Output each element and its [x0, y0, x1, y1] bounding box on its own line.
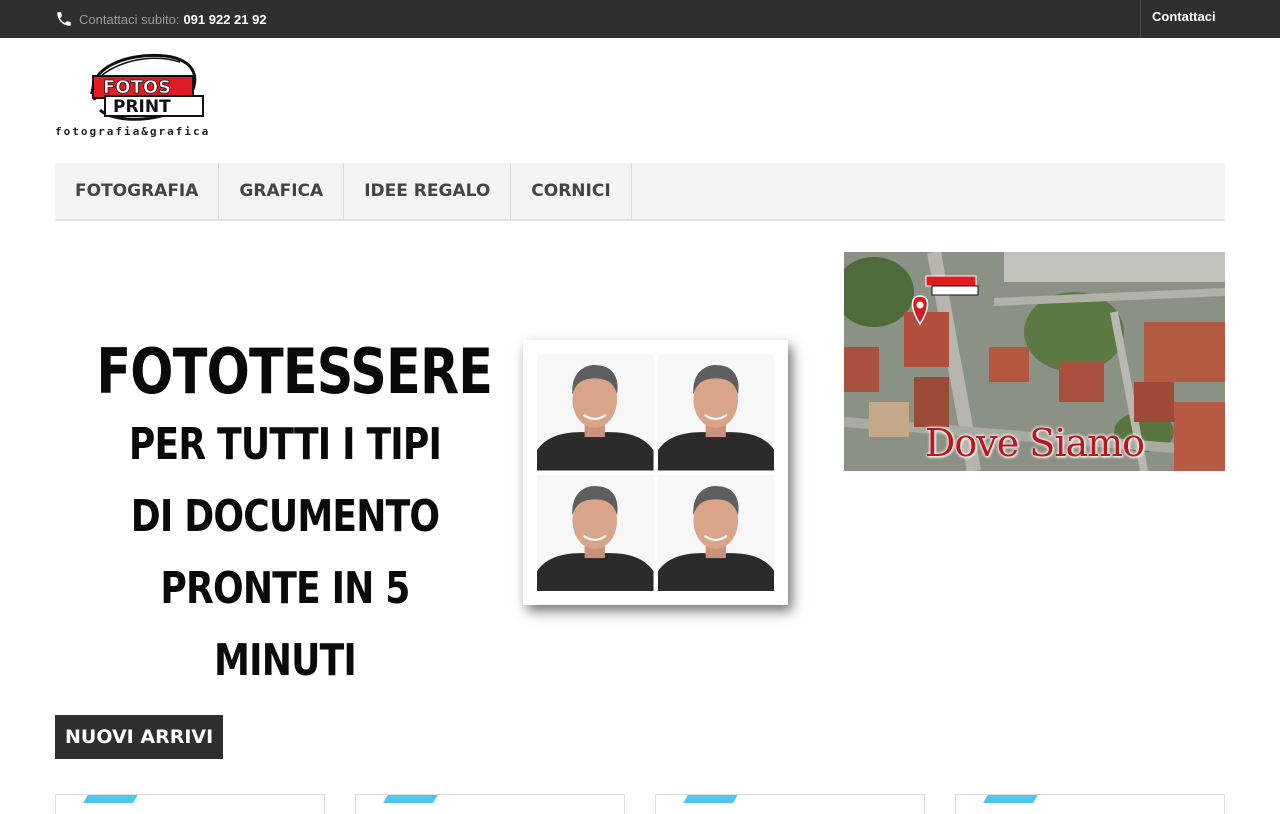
- section-title: NUOVI ARRIVI: [55, 715, 224, 759]
- phone-number[interactable]: 091 922 21 92: [183, 12, 266, 27]
- hero-line-4: PRONTE IN 5 MINUTI: [160, 563, 410, 686]
- product-card[interactable]: [355, 794, 625, 814]
- contact-link[interactable]: Contattaci: [1140, 0, 1280, 38]
- hero-text: FOTOTESSERE PER TUTTI I TIPI DI DOCUMENT…: [96, 335, 493, 697]
- contact-label: Contattaci subito:: [79, 11, 180, 27]
- passport-photo: [657, 354, 774, 471]
- phone-icon: [57, 12, 71, 26]
- new-ribbon: [983, 795, 1039, 803]
- hero-banner[interactable]: FOTOTESSERE PER TUTTI I TIPI DI DOCUMENT…: [55, 240, 815, 686]
- product-card[interactable]: [955, 794, 1225, 814]
- logo-word-2: PRINT: [113, 97, 171, 117]
- passport-photo-grid: [537, 354, 774, 591]
- new-ribbon: [683, 795, 739, 803]
- passport-photo: [537, 354, 654, 471]
- passport-photo: [537, 474, 654, 591]
- hero-line-3: DI DOCUMENTO: [130, 491, 440, 542]
- nav-item-cornici[interactable]: CORNICI: [511, 163, 632, 219]
- top-bar: Contattaci subito: 091 922 21 92 Contatt…: [0, 0, 1280, 38]
- new-ribbon: [83, 795, 139, 803]
- passport-photo: [657, 474, 774, 591]
- logo-word-1: FOTOS: [103, 77, 171, 98]
- location-map[interactable]: Dove Siamo: [844, 252, 1225, 471]
- logo-tagline: fotografia&grafica: [55, 125, 211, 138]
- contact-info: Contattaci subito: 091 922 21 92: [55, 6, 267, 32]
- map-label: Dove Siamo: [924, 421, 1145, 465]
- nav-item-grafica[interactable]: GRAFICA: [219, 163, 345, 219]
- nav-item-fotografia[interactable]: FOTOGRAFIA: [55, 163, 220, 219]
- hero-headline: FOTOTESSERE: [96, 335, 493, 408]
- product-card[interactable]: [55, 794, 325, 814]
- nav-item-idee-regalo[interactable]: IDEE REGALO: [344, 163, 512, 219]
- hero-line-2: PER TUTTI I TIPI: [128, 419, 442, 470]
- product-card[interactable]: [655, 794, 925, 814]
- passport-photo-sheet: [523, 340, 788, 605]
- new-ribbon: [383, 795, 439, 803]
- main-nav: FOTOGRAFIA GRAFICA IDEE REGALO CORNICI: [55, 163, 1225, 221]
